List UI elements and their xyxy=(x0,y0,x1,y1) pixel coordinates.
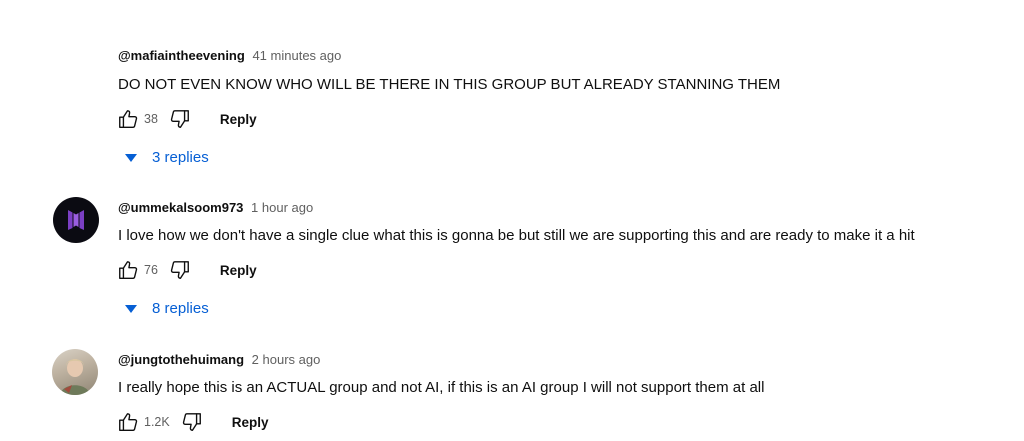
view-replies-button[interactable]: 3 replies xyxy=(124,149,209,166)
comment-author[interactable]: @mafiaintheevening xyxy=(118,48,245,63)
comment-actions: 76 Reply xyxy=(116,258,257,282)
comment-header: @mafiaintheevening 41 minutes ago xyxy=(118,48,341,63)
replies-count-label: 3 replies xyxy=(152,149,209,166)
comment-actions: 1.2K Reply xyxy=(116,410,268,434)
replies-count-label: 8 replies xyxy=(152,300,209,317)
comment-text: I really hope this is an ACTUAL group an… xyxy=(118,379,765,396)
view-replies-button[interactable]: 8 replies xyxy=(124,300,209,317)
comment-text: DO NOT EVEN KNOW WHO WILL BE THERE IN TH… xyxy=(118,76,781,93)
comment-header: @ummekalsoom973 1 hour ago xyxy=(118,200,313,215)
comment-author[interactable]: @jungtothehuimang xyxy=(118,352,244,367)
like-count: 76 xyxy=(144,263,158,277)
dislike-icon[interactable] xyxy=(168,107,192,131)
comment-text: I love how we don't have a single clue w… xyxy=(118,227,915,244)
dislike-icon[interactable] xyxy=(168,258,192,282)
like-count: 1.2K xyxy=(144,415,170,429)
avatar[interactable] xyxy=(53,197,99,243)
purple-logo-icon xyxy=(68,210,84,230)
reply-button[interactable]: Reply xyxy=(220,263,257,278)
comment-thread: @mafiaintheevening 41 minutes ago DO NOT… xyxy=(0,0,1024,180)
reply-button[interactable]: Reply xyxy=(232,415,269,430)
like-icon[interactable] xyxy=(116,258,140,282)
like-count: 38 xyxy=(144,112,158,126)
comment-actions: 38 Reply xyxy=(116,107,257,131)
comment-timestamp[interactable]: 41 minutes ago xyxy=(252,48,341,63)
reply-button[interactable]: Reply xyxy=(220,112,257,127)
comment-timestamp[interactable]: 2 hours ago xyxy=(252,352,321,367)
dislike-icon[interactable] xyxy=(180,410,204,434)
comment-author[interactable]: @ummekalsoom973 xyxy=(118,200,243,215)
caret-down-icon xyxy=(125,153,137,162)
like-icon[interactable] xyxy=(116,410,140,434)
caret-down-icon xyxy=(125,304,137,313)
avatar[interactable] xyxy=(52,349,98,395)
comment-timestamp[interactable]: 1 hour ago xyxy=(251,200,313,215)
comment-header: @jungtothehuimang 2 hours ago xyxy=(118,352,320,367)
profile-photo-icon xyxy=(60,359,90,395)
like-icon[interactable] xyxy=(116,107,140,131)
